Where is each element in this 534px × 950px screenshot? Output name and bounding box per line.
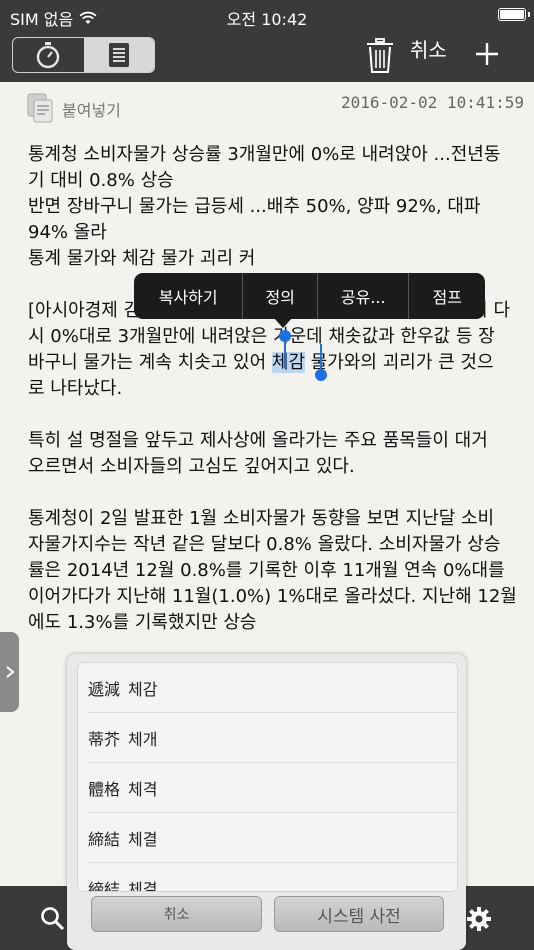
- list-icon: [108, 43, 129, 67]
- text-line: 특히 설 명절을 앞두고 제사상에 올라가는 주요 품목들이 대거: [28, 430, 488, 451]
- trash-button[interactable]: [362, 36, 398, 76]
- jump-menu-item[interactable]: 점프: [409, 273, 485, 319]
- text-line: 기 대비 0.8% 상승: [28, 170, 174, 191]
- status-bar: SIM 없음 오전 10:42: [0, 0, 534, 30]
- search-button[interactable]: [40, 906, 66, 936]
- trash-icon: [367, 38, 393, 73]
- list-item[interactable]: 締結 체결: [88, 813, 457, 863]
- list-item[interactable]: 締結 체결: [88, 863, 457, 892]
- hangul-text: 체결: [128, 879, 158, 892]
- list-item[interactable]: 體格 체격: [88, 763, 457, 813]
- text-fragment: 바구니 물가는 계속 치솟고 있어: [28, 352, 272, 373]
- text-line: 에도 1.3%를 기록했지만 상승: [28, 612, 257, 633]
- hanja-text: 締結: [88, 879, 121, 892]
- text-line: 94% 올라: [28, 222, 107, 243]
- note-body[interactable]: 통계청 소비자물가 상승률 3개월만에 0%로 내려앉아 ...전년동 기 대비…: [28, 142, 528, 636]
- text-line: 이어가다가 지난해 11월(1.0%) 1%대로 올라섰다. 지난해 12월: [28, 586, 517, 607]
- define-menu-item[interactable]: 정의: [243, 273, 318, 319]
- hangul-text: 체감: [128, 679, 158, 699]
- hanja-text: 體格: [88, 779, 121, 799]
- hangul-text: 체결: [128, 829, 158, 849]
- text-line: 반면 장바구니 물가는 급등세 ...배추 50%, 양파 92%, 대파: [28, 196, 481, 217]
- selected-text[interactable]: 체감: [271, 352, 306, 373]
- hanja-text: 締結: [88, 829, 121, 849]
- view-segmented-control: [12, 37, 155, 73]
- note-date: 2016-02-02 10:41:59: [340, 93, 524, 112]
- paste-icon: [27, 93, 53, 123]
- text-line: 오르면서 소비자들의 고심도 깊어지고 있다.: [28, 456, 355, 477]
- text-line: 률은 2014년 12월 0.8%를 기록한 이후 11개월 연속 0%대를: [28, 560, 505, 581]
- dictionary-cancel-button[interactable]: 취소: [91, 896, 262, 932]
- hanja-text: 蒂芥: [88, 729, 121, 749]
- settings-button[interactable]: [466, 906, 492, 936]
- edit-menu-arrow: [274, 318, 292, 328]
- hanja-text: 遞減: [88, 679, 121, 699]
- selection-end-handle[interactable]: [315, 369, 327, 381]
- cancel-button[interactable]: 취소: [410, 34, 447, 63]
- side-drawer-tab[interactable]: [0, 632, 19, 712]
- timer-view-segment[interactable]: [13, 38, 84, 72]
- selection-start-bar: [284, 340, 286, 368]
- text-line: 통계 물가와 체감 물가 괴리 커: [28, 248, 256, 269]
- chevron-right-icon: [5, 666, 15, 678]
- paste-label: 붙여넣기: [62, 101, 121, 120]
- gear-icon: [467, 907, 491, 931]
- dictionary-list[interactable]: 遞減 체감 蒂芥 체개 體格 체격 締結 체결 締結 체결: [77, 662, 458, 892]
- plus-icon: [476, 43, 498, 65]
- list-item[interactable]: 蒂芥 체개: [88, 713, 457, 763]
- text-fragment: 물가와의 괴리가 큰 것으: [305, 352, 494, 373]
- copy-menu-item[interactable]: 복사하기: [134, 273, 244, 319]
- list-view-segment[interactable]: [83, 38, 154, 72]
- edit-menu: 복사하기 정의 공유... 점프: [134, 273, 485, 319]
- text-line: 통계청이 2일 발표한 1월 소비자물가 동향을 보면 지난달 소비: [28, 508, 495, 529]
- toolbar: 취소: [0, 30, 534, 82]
- add-button[interactable]: [470, 34, 504, 74]
- search-icon: [41, 907, 65, 931]
- text-line: 로 나타났다.: [28, 378, 123, 399]
- text-fragment: [아시아경제 김: [28, 300, 141, 321]
- stopwatch-icon: [37, 42, 60, 69]
- hangul-text: 체격: [128, 779, 158, 799]
- status-time: 오전 10:42: [226, 10, 308, 29]
- battery-icon: [498, 8, 530, 21]
- list-item[interactable]: 遞減 체감: [88, 663, 457, 713]
- dictionary-panel: 遞減 체감 蒂芥 체개 體格 체격 締結 체결 締結 체결 취소 시스템 사전: [67, 654, 466, 950]
- system-dictionary-button[interactable]: 시스템 사전: [274, 896, 444, 932]
- text-line: 바구니 물가는 계속 치솟고 있어 체감 물가와의 괴리가 큰 것으: [28, 350, 528, 376]
- text-line: 통계청 소비자물가 상승률 3개월만에 0%로 내려앉아 ...전년동: [28, 144, 501, 165]
- share-menu-item[interactable]: 공유...: [318, 273, 410, 319]
- text-line: 자물가지수는 작년 같은 달보다 0.8% 올랐다. 소비자물가 상승: [28, 534, 501, 555]
- hangul-text: 체개: [128, 729, 158, 749]
